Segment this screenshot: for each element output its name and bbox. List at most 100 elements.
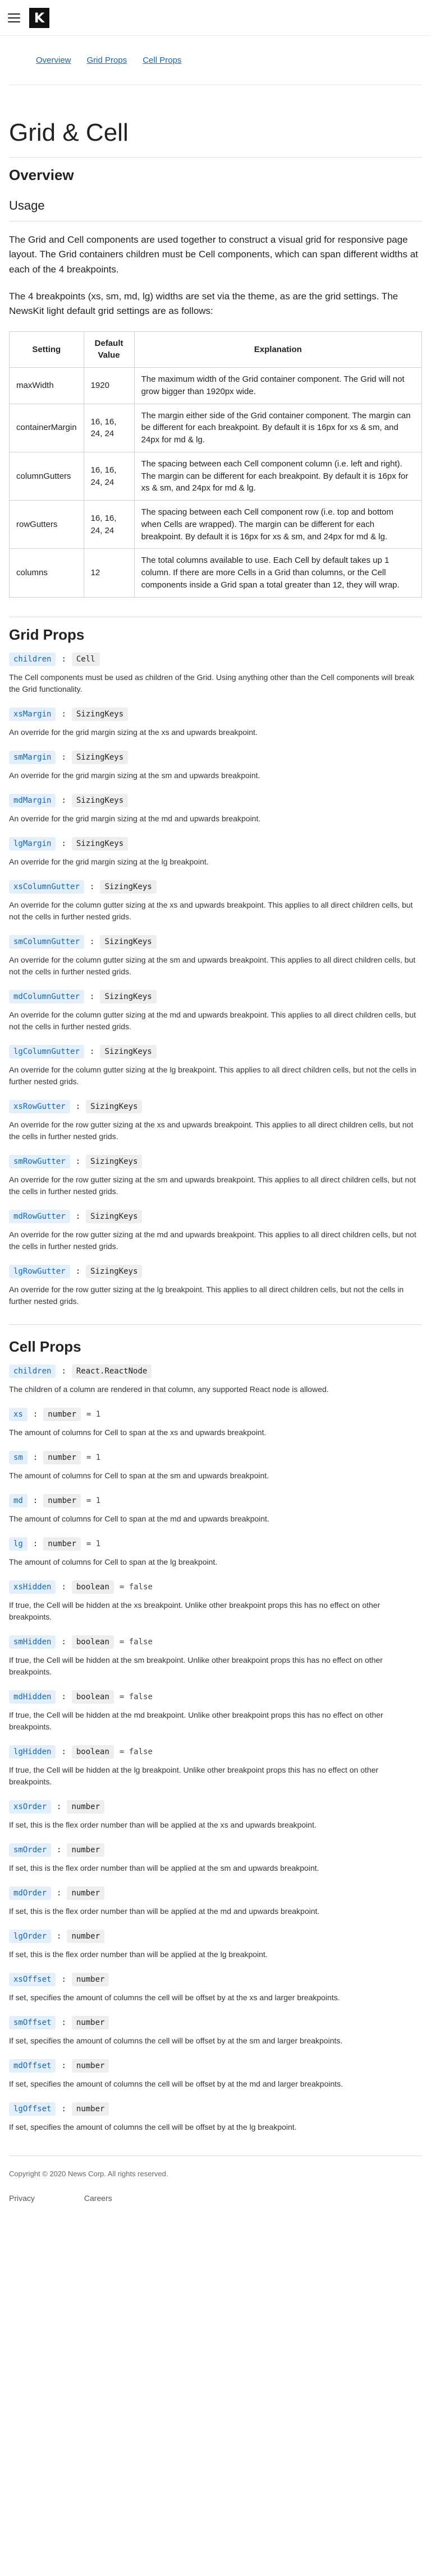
prop-name: smOffset — [9, 2015, 56, 2029]
prop-item-mdoffset: mdOffset: number If set, specifies the amo… — [9, 2059, 422, 2090]
prop-type: number — [71, 1972, 109, 1986]
prop-colon: : — [61, 1692, 66, 1701]
prop-signature: mdMargin: SizingKeys — [9, 793, 422, 807]
prop-signature: xs: number = 1 — [9, 1407, 422, 1421]
prop-type: SizingKeys — [100, 880, 157, 894]
prop-description: An override for the grid margin sizing a… — [9, 727, 258, 737]
prop-colon: : — [61, 2061, 66, 2070]
prop-item-mdrowgutter: mdRowGutter: SizingKeys An override for th… — [9, 1209, 422, 1252]
prop-colon: : — [57, 1845, 62, 1854]
cell-props-section: Cell Props children: React.ReactNode The c… — [9, 1338, 422, 2133]
prop-name: mdMargin — [9, 793, 56, 807]
prop-name: children — [9, 652, 56, 666]
prop-type: boolean — [71, 1635, 114, 1649]
table-cell: 16, 16, 24, 24 — [83, 500, 135, 549]
prop-description: An override for the grid margin sizing a… — [9, 857, 209, 866]
main-content: Grid & Cell Overview Usage The Grid and … — [0, 119, 431, 2133]
prop-signature: lg: number = 1 — [9, 1537, 422, 1551]
prop-type: SizingKeys — [100, 935, 157, 949]
prop-type: number — [67, 1886, 105, 1900]
newskit-logo[interactable]: K — [29, 7, 49, 28]
usage-heading: Usage — [9, 198, 422, 221]
subnav-link-overview[interactable]: Overview — [36, 56, 71, 65]
prop-signature: mdRowGutter: SizingKeys — [9, 1209, 422, 1223]
table-row: maxWidth 1920 The maximum width of the Gri… — [9, 367, 423, 404]
table-cell: maxWidth — [9, 367, 84, 404]
prop-type: Cell — [71, 652, 100, 666]
prop-item-xshidden: xsHidden: boolean = false If true, the Cell… — [9, 1580, 422, 1623]
prop-default: = false — [119, 1582, 153, 1592]
prop-colon: : — [61, 1366, 66, 1376]
subnav-link-cell-props[interactable]: Cell Props — [143, 56, 181, 65]
prop-name: lgRowGutter — [9, 1264, 70, 1278]
table-cell: columnGutters — [9, 451, 84, 501]
table-cell: The spacing between each Cell component … — [134, 500, 423, 549]
prop-signature: lgHidden: boolean = false — [9, 1745, 422, 1759]
prop-description: The Cell components must be used as chil… — [9, 672, 415, 693]
subnav-link-grid-props[interactable]: Grid Props — [87, 56, 127, 65]
prop-item-xsoffset: xsOffset: number If set, specifies the amo… — [9, 1972, 422, 2004]
prop-item-lgoffset: lgOffset: number If set, specifies the amo… — [9, 2102, 422, 2133]
prop-item-mdcolumngutter: mdColumnGutter: SizingKeys An override for… — [9, 989, 422, 1033]
copyright-text: Copyright © 2020 News Corp. All rights r… — [9, 2169, 168, 2178]
prop-colon: : — [33, 1409, 38, 1419]
prop-item-lg: lg: number = 1 The amount of columns for Ce… — [9, 1537, 422, 1568]
grid-props-heading: Grid Props — [9, 616, 422, 644]
prop-name: xsRowGutter — [9, 1099, 70, 1113]
prop-signature: mdHidden: boolean = false — [9, 1690, 422, 1704]
prop-item-smoffset: smOffset: number If set, specifies the amo… — [9, 2015, 422, 2047]
prop-description: The amount of columns for Cell to span a… — [9, 1557, 218, 1566]
table-cell: 12 — [83, 548, 135, 598]
prop-type: SizingKeys — [86, 1209, 143, 1223]
prop-colon: : — [75, 1102, 81, 1111]
prop-colon: : — [90, 882, 95, 891]
grid-props-section: Grid Props children: Cell The Cell compone… — [9, 616, 422, 1307]
table-cell: columns — [9, 548, 84, 598]
prop-signature: lgRowGutter: SizingKeys — [9, 1264, 422, 1278]
prop-colon: : — [90, 1047, 95, 1056]
prop-signature: smColumnGutter: SizingKeys — [9, 935, 422, 949]
prop-colon: : — [61, 1974, 66, 1984]
prop-name: smRowGutter — [9, 1154, 70, 1168]
prop-item-mdmargin: mdMargin: SizingKeys An override for the g… — [9, 793, 422, 825]
prop-signature: smRowGutter: SizingKeys — [9, 1154, 422, 1168]
prop-signature: children: Cell — [9, 652, 422, 666]
prop-colon: : — [61, 654, 66, 664]
footer-link-careers[interactable]: Careers — [84, 2194, 112, 2203]
prop-signature: children: React.ReactNode — [9, 1364, 422, 1378]
prop-description: The amount of columns for Cell to span a… — [9, 1470, 269, 1480]
prop-type: number — [67, 1929, 105, 1943]
cell-props-heading: Cell Props — [9, 1338, 81, 1355]
prop-item-lgmargin: lgMargin: SizingKeys An override for the g… — [9, 836, 422, 868]
prop-colon: : — [61, 2104, 66, 2113]
prop-item-smrowgutter: smRowGutter: SizingKeys An override for th… — [9, 1154, 422, 1197]
hamburger-menu-icon[interactable] — [8, 13, 20, 22]
table-cell: 16, 16, 24, 24 — [83, 403, 135, 452]
prop-item-smcolumngutter: smColumnGutter: SizingKeys An override for… — [9, 935, 422, 978]
prop-item-smmargin: smMargin: SizingKeys An override for the g… — [9, 750, 422, 781]
prop-description: If set, specifies the amount of columns … — [9, 2036, 343, 2045]
table-row: columnGutters 16, 16, 24, 24 The spacing b… — [9, 451, 423, 501]
prop-colon: : — [90, 992, 95, 1001]
prop-type: number — [71, 2015, 109, 2029]
prop-description: If true, the Cell will be hidden at the … — [9, 1710, 383, 1731]
table-header: Explanation — [134, 331, 423, 368]
prop-colon: : — [90, 937, 95, 946]
prop-colon: : — [33, 1453, 38, 1462]
prop-type: SizingKeys — [100, 989, 157, 1003]
prop-signature: mdOrder: number — [9, 1886, 422, 1900]
prop-colon: : — [61, 752, 66, 762]
prop-type: SizingKeys — [71, 750, 129, 764]
prop-type: SizingKeys — [71, 793, 129, 807]
prop-colon: : — [57, 1802, 62, 1811]
prop-item-lgrowgutter: lgRowGutter: SizingKeys An override for th… — [9, 1264, 422, 1307]
prop-description: An override for the row gutter sizing at… — [9, 1229, 416, 1251]
prop-colon: : — [61, 1582, 66, 1592]
prop-signature: mdOffset: number — [9, 2059, 422, 2073]
prop-name: smMargin — [9, 750, 56, 764]
prop-signature: xsHidden: boolean = false — [9, 1580, 422, 1594]
footer-link-privacy[interactable]: Privacy — [9, 2194, 35, 2203]
prop-description: An override for the row gutter sizing at… — [9, 1174, 416, 1196]
prop-signature: smHidden: boolean = false — [9, 1635, 422, 1649]
grid-settings-table: Setting Default Value Explanation maxWid… — [9, 331, 423, 598]
